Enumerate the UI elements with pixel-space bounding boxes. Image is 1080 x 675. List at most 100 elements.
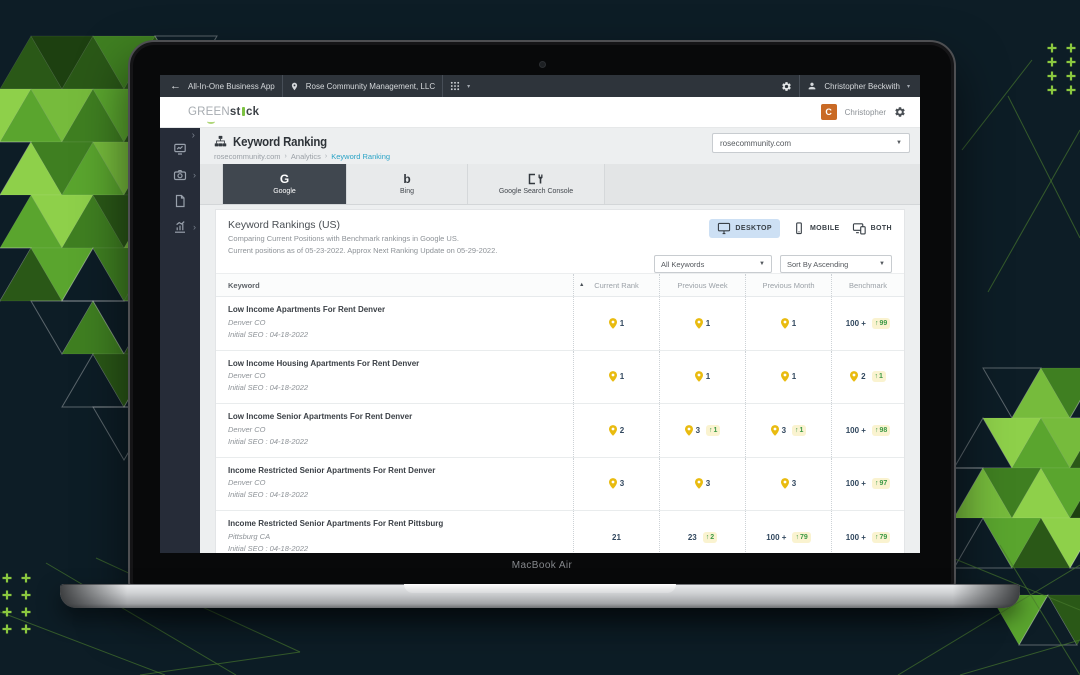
monitor-icon (173, 142, 187, 156)
rank-value: 1 (792, 372, 796, 381)
map-pin-icon (781, 318, 789, 329)
desktop-button[interactable]: DESKTOP (709, 219, 780, 238)
column-previous-week[interactable]: Previous Week (659, 274, 745, 296)
tab-google[interactable]: G Google (222, 164, 347, 204)
rank-value: 1 (620, 319, 624, 328)
rank-value: 3 (696, 426, 700, 435)
keyword-location: Denver CO (228, 317, 573, 329)
camera-icon (173, 168, 187, 182)
sort-value: Sort By Ascending (787, 260, 848, 269)
up-arrow-icon: ↑ (706, 534, 710, 541)
previous-week-cell: 1 (659, 297, 745, 350)
map-pin-icon (609, 478, 617, 489)
sidebar-item-dashboard[interactable] (160, 142, 200, 156)
admin-topbar: ← All-In-One Business App Rose Community… (160, 75, 920, 97)
greenstick-logo[interactable]: GREENstck (188, 106, 259, 118)
settings-gear-icon[interactable] (894, 106, 906, 118)
breadcrumb-site[interactable]: rosecommunity.com (214, 152, 281, 161)
chevron-down-icon[interactable]: ▾ (907, 83, 910, 90)
keyword-text: Low Income Senior Apartments For Rent De… (228, 411, 573, 424)
document-icon (173, 194, 187, 208)
sidebar: › › › (160, 128, 200, 553)
tab-bing[interactable]: b Bing (347, 164, 468, 204)
rank-change-badge: ↑1 (872, 371, 886, 382)
app-label: All-In-One Business App (188, 82, 275, 91)
sort-dropdown[interactable]: Sort By Ascending ▼ (780, 255, 892, 273)
previous-week-cell: 23↑2 (659, 511, 745, 553)
chart-icon (173, 220, 187, 234)
rank-value: 2 (620, 426, 624, 435)
column-current-rank[interactable]: ▲Current Rank (573, 274, 659, 296)
chevron-down-icon: ▼ (759, 261, 765, 267)
page-title: Keyword Ranking (233, 134, 327, 149)
breadcrumb-separator: › (325, 153, 327, 160)
both-button[interactable]: BOTH (852, 219, 892, 238)
tab-google-search-console[interactable]: Google Search Console (468, 164, 605, 204)
current-rank-cell: 21 (573, 511, 659, 553)
chevron-down-icon[interactable]: ▾ (467, 83, 470, 90)
macbook-brand-label: MacBook Air (130, 560, 954, 571)
divider (282, 75, 283, 97)
map-pin-icon (781, 478, 789, 489)
keyword-location: Denver CO (228, 370, 573, 382)
column-keyword[interactable]: Keyword (216, 281, 573, 290)
sidebar-item-media[interactable]: › (160, 168, 200, 182)
up-arrow-icon: ↑ (875, 480, 879, 487)
user-icon (807, 81, 817, 91)
map-pin-icon (781, 371, 789, 382)
sidebar-item-analytics[interactable]: › (160, 220, 200, 234)
rank-value: 1 (620, 372, 624, 381)
table-row[interactable]: Low Income Apartments For Rent DenverDen… (216, 297, 904, 351)
company-label: Rose Community Management, LLC (306, 82, 435, 91)
rank-change-badge: ↑79 (792, 532, 810, 543)
table-row[interactable]: Low Income Senior Apartments For Rent De… (216, 404, 904, 458)
keyword-cell: Low Income Housing Apartments For Rent D… (216, 351, 573, 404)
rank-change-badge: ↑99 (872, 318, 890, 329)
map-pin-icon (609, 318, 617, 329)
keyword-location: Pittsburg CA (228, 531, 573, 543)
sidebar-item-documents[interactable] (160, 194, 200, 208)
divider (799, 75, 800, 97)
column-benchmark[interactable]: Benchmark (831, 274, 904, 296)
rank-value: 100 + (846, 533, 866, 542)
rank-change-badge: ↑1 (706, 425, 720, 436)
chevron-down-icon: ▼ (896, 140, 902, 146)
keyword-text: Low Income Housing Apartments For Rent D… (228, 358, 573, 371)
benchmark-cell: 100 +↑99 (831, 297, 904, 350)
rank-value: 3 (620, 479, 624, 488)
gear-icon[interactable] (781, 81, 792, 92)
table-row[interactable]: Income Restricted Senior Apartments For … (216, 458, 904, 512)
previous-month-cell: 1 (745, 297, 831, 350)
benchmark-cell: 100 +↑79 (831, 511, 904, 553)
keyword-initial-seo: Initial SEO : 04-18-2022 (228, 543, 573, 553)
app-header-bar: GREENstck C Christopher (160, 97, 920, 128)
benchmark-cell: 2↑1 (831, 351, 904, 404)
mobile-button[interactable]: MOBILE (792, 219, 840, 238)
keyword-filter-value: All Keywords (661, 260, 704, 269)
apps-grid-icon[interactable] (450, 81, 460, 91)
keyword-filter-dropdown[interactable]: All Keywords ▼ (654, 255, 772, 273)
up-arrow-icon: ↑ (875, 320, 879, 327)
column-previous-month[interactable]: Previous Month (745, 274, 831, 296)
logo-stick-icon (242, 107, 245, 116)
back-arrow-icon[interactable]: ← (170, 81, 181, 92)
sidebar-expand-icon[interactable]: › (192, 130, 195, 141)
tab-label: Bing (400, 188, 414, 195)
chevron-right-icon[interactable]: › (193, 170, 196, 180)
avatar[interactable]: C (821, 104, 837, 120)
rank-value: 100 + (766, 533, 786, 542)
sort-ascending-icon[interactable]: ▲ (579, 282, 584, 288)
table-row[interactable]: Income Restricted Senior Apartments For … (216, 511, 904, 553)
keyword-location: Denver CO (228, 424, 573, 436)
search-engine-tabs: G Google b Bing Google Search Console (200, 164, 920, 205)
logo-underline (207, 119, 215, 124)
table-row[interactable]: Low Income Housing Apartments For Rent D… (216, 351, 904, 405)
chevron-right-icon[interactable]: › (193, 222, 196, 232)
previous-week-cell: 3 (659, 458, 745, 511)
user-menu-label[interactable]: Christopher Beckwith (824, 82, 900, 91)
rank-value: 3 (782, 426, 786, 435)
map-pin-icon (695, 318, 703, 329)
site-selector-dropdown[interactable]: rosecommunity.com ▼ (712, 133, 910, 153)
breadcrumb-analytics[interactable]: Analytics (291, 152, 321, 161)
current-rank-cell: 1 (573, 351, 659, 404)
